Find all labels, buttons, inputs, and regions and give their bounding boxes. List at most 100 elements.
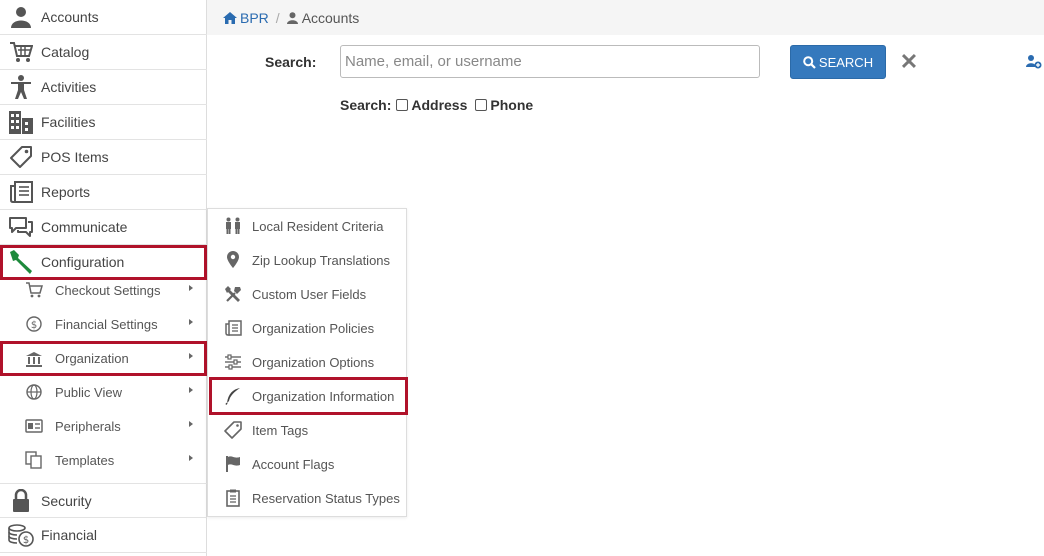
people-icon [223, 217, 243, 235]
sidebar-item-facilities[interactable]: Facilities [0, 105, 207, 140]
svg-text:$: $ [31, 320, 37, 331]
flag-icon [223, 455, 243, 473]
wrench-icon [6, 249, 36, 275]
submenu-public-view[interactable]: Public View [0, 375, 207, 409]
flyout-item-label: Organization Options [252, 354, 375, 370]
submenu-label: Checkout Settings [55, 282, 161, 298]
flyout-item-label: Item Tags [252, 422, 309, 438]
sidebar-item-reports[interactable]: Reports [0, 175, 207, 210]
submenu-financial-settings[interactable]: $ Financial Settings [0, 307, 207, 341]
caret-right-icon [189, 421, 193, 427]
flyout-item-zip-lookup-translations[interactable]: Zip Lookup Translations [208, 243, 406, 277]
organization-flyout-menu: Local Resident Criteria Zip Lookup Trans… [207, 208, 408, 517]
search-options: Search: Address Phone [340, 97, 533, 113]
sidebar: Accounts Catalog Activities Facilities P… [0, 0, 207, 556]
sidebar-item-pos-items[interactable]: POS Items [0, 140, 207, 175]
tag-icon [6, 144, 36, 170]
bank-icon [24, 350, 44, 368]
submenu-label: Public View [55, 384, 122, 400]
flyout-item-label: Organization Policies [252, 320, 375, 336]
cart-icon [6, 39, 36, 65]
reports-icon [6, 179, 36, 205]
flyout-item-label: Custom User Fields [252, 286, 367, 302]
flyout-item-reservation-status-types[interactable]: Reservation Status Types [208, 481, 406, 515]
breadcrumb-current-label: Accounts [301, 9, 360, 26]
flyout-item-account-flags[interactable]: Account Flags [208, 447, 406, 481]
flyout-item-item-tags[interactable]: Item Tags [208, 413, 406, 447]
map-pin-icon [223, 251, 243, 269]
address-checkbox-label: Address [411, 97, 468, 113]
feather-icon [223, 387, 243, 405]
sidebar-item-activities[interactable]: Activities [0, 70, 207, 105]
flyout-item-label: Reservation Status Types [252, 490, 400, 506]
search-button-label: SEARCH [818, 54, 874, 70]
breadcrumb-separator: / [275, 9, 280, 26]
sidebar-item-catalog[interactable]: Catalog [0, 35, 207, 70]
breadcrumb-current: Accounts [286, 9, 360, 26]
breadcrumb-home-label: BPR [240, 9, 269, 26]
caret-right-icon [189, 285, 193, 291]
id-card-icon [24, 417, 44, 435]
flyout-item-label: Account Flags [252, 456, 335, 472]
search-options-label: Search: [340, 97, 392, 113]
submenu-peripherals[interactable]: Peripherals [0, 409, 207, 443]
search-button[interactable]: SEARCH [790, 45, 886, 79]
address-checkbox[interactable] [396, 99, 409, 111]
flyout-item-label: Local Resident Criteria [252, 218, 384, 234]
flyout-item-label: Zip Lookup Translations [252, 252, 391, 268]
money-icon: $ [6, 522, 36, 548]
sidebar-item-label: POS Items [41, 149, 109, 165]
person-icon [6, 74, 36, 100]
clipboard-icon [223, 489, 243, 507]
sidebar-item-security[interactable]: Security [0, 483, 207, 518]
flyout-item-organization-policies[interactable]: Organization Policies [208, 311, 406, 345]
lock-icon [6, 488, 36, 514]
tag-icon [223, 421, 243, 439]
sidebar-item-label: Accounts [41, 9, 99, 25]
sidebar-item-label: Communicate [41, 219, 128, 235]
submenu-label: Financial Settings [55, 316, 158, 332]
sidebar-item-label: Facilities [41, 114, 96, 130]
flyout-item-local-resident-criteria[interactable]: Local Resident Criteria [208, 209, 406, 243]
close-icon[interactable]: ✕ [899, 51, 919, 73]
copy-icon [24, 451, 44, 469]
sidebar-item-label: Financial [41, 527, 98, 543]
flyout-item-organization-options[interactable]: Organization Options [208, 345, 406, 379]
search-input[interactable] [340, 45, 760, 78]
caret-right-icon [189, 387, 193, 393]
svg-text:$: $ [23, 535, 29, 546]
flyout-item-label: Organization Information [252, 388, 395, 404]
search-label: Search: [265, 54, 317, 70]
sidebar-item-communicate[interactable]: Communicate [0, 210, 207, 245]
caret-right-icon [189, 319, 193, 325]
caret-right-icon [189, 353, 193, 359]
sidebar-item-accounts[interactable]: Accounts [0, 0, 207, 35]
search-icon [803, 55, 816, 69]
user-icon [6, 4, 36, 30]
add-user-icon[interactable] [1026, 54, 1042, 70]
flyout-item-custom-user-fields[interactable]: Custom User Fields [208, 277, 406, 311]
submenu-checkout-settings[interactable]: Checkout Settings [0, 273, 207, 307]
building-icon [6, 109, 36, 135]
submenu-organization[interactable]: Organization [0, 341, 207, 376]
sidebar-item-label: Security [41, 492, 92, 509]
breadcrumb-home[interactable]: BPR [223, 10, 269, 26]
home-icon [223, 11, 237, 24]
sidebar-item-label: Configuration [41, 254, 125, 270]
sidebar-item-label: Reports [41, 184, 91, 200]
sidebar-item-financial[interactable]: $ Financial [0, 518, 207, 553]
submenu-label: Peripherals [55, 418, 121, 434]
submenu-label: Templates [55, 452, 115, 468]
submenu-templates[interactable]: Templates [0, 443, 207, 477]
phone-checkbox[interactable] [475, 99, 488, 111]
phone-checkbox-label: Phone [490, 97, 534, 113]
breadcrumb: BPR / Accounts [207, 0, 1044, 35]
flyout-item-organization-information[interactable]: Organization Information [209, 377, 408, 415]
cart-icon [24, 281, 44, 299]
tools-icon [223, 285, 243, 303]
sliders-icon [223, 353, 243, 371]
dollar-icon: $ [24, 315, 44, 333]
submenu-label: Organization [55, 351, 129, 366]
policies-icon [223, 319, 243, 337]
chat-icon [6, 214, 36, 240]
